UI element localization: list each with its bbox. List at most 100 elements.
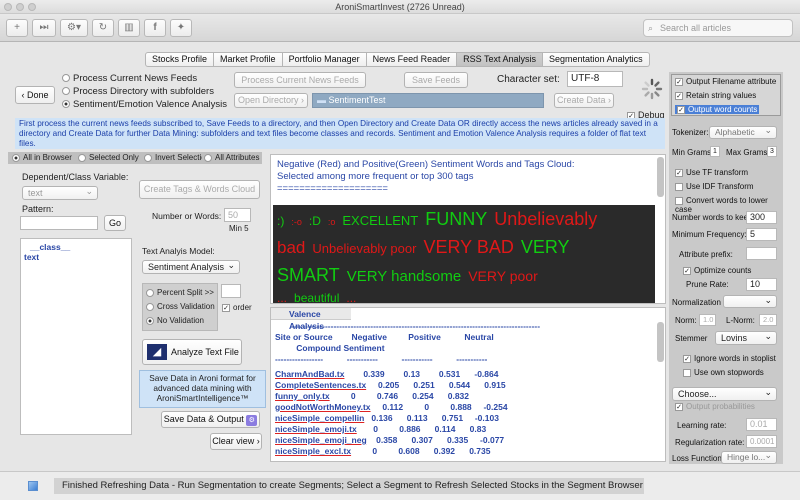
valence-tab[interactable]: Valence Analysis — [271, 308, 351, 331]
cloud-word: VERY BAD — [423, 237, 514, 257]
percent-split-field[interactable] — [221, 284, 241, 298]
output-word-counts-checkbox[interactable]: Output word counts — [675, 105, 760, 114]
process-option-radio[interactable]: Sentiment/Emotion Valence Analysis — [62, 98, 227, 111]
attribute-list[interactable]: __class__ text — [20, 238, 132, 435]
filter-option-radio[interactable]: All in Browser — [12, 153, 76, 162]
twitter-button[interactable]: ✦ — [170, 19, 192, 37]
model-select[interactable]: Sentiment Analysis — [142, 259, 240, 274]
status-icon — [28, 481, 38, 491]
prefix-field[interactable] — [746, 247, 777, 260]
forward-button[interactable]: ⏭ — [32, 19, 56, 37]
chevron-right-icon: › — [301, 95, 305, 105]
words-keep-field[interactable]: 300 — [746, 211, 777, 224]
dependent-variable-select[interactable]: text — [22, 185, 98, 200]
normalization-select[interactable] — [723, 294, 777, 308]
create-tags-button[interactable]: Create Tags & Words Cloud — [139, 180, 260, 199]
word-cloud-panel[interactable]: Negative (Red) and Positive(Green) Senti… — [270, 154, 666, 304]
output-filename-checkbox[interactable]: Output Filename attribute — [675, 77, 776, 86]
tab-market-profile[interactable]: Market Profile — [214, 52, 283, 67]
tab-segmentation-analytics[interactable]: Segmentation Analytics — [543, 52, 650, 67]
min-frequency-field[interactable]: 5 — [746, 228, 777, 241]
filter-option-radio[interactable]: All Attributes — [204, 153, 268, 162]
process-mode-group: Process Current News Feeds Process Direct… — [62, 72, 227, 111]
list-item[interactable]: __class__ — [24, 242, 128, 252]
retain-strings-checkbox[interactable]: Retain string values — [675, 91, 756, 100]
check-icon — [675, 91, 683, 100]
lnorm-field[interactable]: 2.0 — [759, 314, 777, 326]
refresh-button[interactable]: ↻ — [92, 19, 114, 37]
use-tf-checkbox[interactable]: Use TF transform — [675, 168, 748, 177]
cloud-word: VERY handsome — [346, 268, 462, 285]
settings-menu-button[interactable]: ⚙▾ — [60, 19, 88, 37]
search-input[interactable]: ⌕ Search all articles — [643, 19, 793, 37]
process-option-label: Process Directory with subfolders — [73, 86, 214, 97]
close-window-button[interactable] — [4, 3, 12, 11]
valence-dashes: ----------------------------------------… — [291, 321, 541, 331]
save-feeds-button[interactable]: Save Feeds — [404, 72, 468, 88]
cloud-word: :D — [308, 214, 321, 228]
stemmer-select[interactable]: Lovins — [715, 330, 777, 345]
cloud-word: :-o — [291, 217, 302, 227]
clear-view-button[interactable]: Clear view › — [210, 433, 262, 450]
chevron-left-icon: ‹ — [21, 90, 25, 100]
valence-col-header: Site or Source Negative Positive Neutral — [275, 332, 494, 342]
filter-option-radio[interactable]: Selected Only — [78, 153, 142, 162]
analyze-text-button[interactable]: ◢ Analyze Text File — [142, 339, 242, 365]
cloud-scrollbar[interactable] — [657, 157, 664, 197]
directory-path-field[interactable]: ▬ SentimentTest — [312, 93, 544, 108]
valence-panel[interactable]: Valence Analysis -----------------------… — [270, 307, 666, 462]
order-checkbox[interactable]: order — [222, 303, 252, 312]
valence-file-name: niceSimple_excl.tx — [275, 446, 352, 456]
zoom-window-button[interactable] — [28, 3, 36, 11]
done-button[interactable]: ‹ Done — [15, 86, 55, 104]
columns-button[interactable]: ▥ — [118, 19, 140, 37]
regularization-field[interactable]: 0.0001 — [746, 435, 777, 448]
validation-radio[interactable]: No Validation — [146, 314, 214, 328]
list-item[interactable]: text — [24, 252, 128, 262]
minimize-window-button[interactable] — [16, 3, 24, 11]
process-option-radio[interactable]: Process Directory with subfolders — [62, 85, 227, 98]
go-button[interactable]: Go — [104, 215, 126, 231]
create-data-button[interactable]: Create Data › — [554, 93, 614, 108]
validation-radio[interactable]: Cross Validation — [146, 300, 215, 314]
pattern-input[interactable] — [20, 216, 98, 230]
charset-field[interactable]: UTF-8 — [567, 71, 623, 87]
min-grams-field[interactable]: 1 — [710, 146, 720, 157]
check-icon — [675, 182, 683, 191]
norm-field[interactable]: 1.0 — [699, 314, 716, 326]
normalization-label: Normalization — [672, 298, 721, 307]
tab-news-feed-reader[interactable]: News Feed Reader — [366, 52, 458, 67]
forward-icon: ⏭ — [39, 22, 49, 33]
open-directory-button[interactable]: Open Directory › — [234, 93, 308, 108]
valence-scrollbar[interactable] — [657, 322, 664, 362]
filter-bar: All in Browser Selected Only Invert Select… — [8, 152, 262, 164]
status-bar: Finished Refreshing Data - Run Segmentat… — [0, 471, 800, 500]
process-option-radio[interactable]: Process Current News Feeds — [62, 72, 227, 85]
save-output-button[interactable]: Save Data & Output ⚙ — [161, 411, 260, 428]
validation-radio[interactable]: Percent Split >> — [146, 286, 214, 300]
filter-option-radio[interactable]: Invert Selection — [144, 153, 202, 162]
prune-rate-field[interactable]: 10 — [746, 278, 777, 291]
valence-row: niceSimple_emoji.tx 0 0.886 0.114 0.83 — [275, 424, 540, 435]
use-idf-checkbox[interactable]: Use IDF Transform — [675, 182, 754, 191]
learning-rate-field[interactable]: 0.01 — [746, 418, 777, 431]
output-probabilities-checkbox[interactable]: Output probabilities — [675, 402, 755, 411]
loss-function-label: Loss Function: — [672, 454, 725, 463]
words-number-field[interactable]: 50 — [224, 208, 251, 222]
facebook-button[interactable]: f — [144, 19, 166, 37]
optimize-counts-checkbox[interactable]: Optimize counts — [683, 266, 751, 275]
tokenizer-select[interactable]: Alphabetic — [709, 125, 777, 139]
tab-rss-text-analysis[interactable]: RSS Text Analysis — [457, 52, 544, 67]
tab-stocks-profile[interactable]: Stocks Profile — [145, 52, 215, 67]
tab-portfolio-manager[interactable]: Portfolio Manager — [282, 52, 367, 67]
loss-function-select[interactable]: Hinge lo... — [721, 450, 777, 464]
process-feeds-button[interactable]: Process Current News Feeds — [234, 72, 366, 88]
max-grams-field[interactable]: 3 — [767, 146, 777, 157]
choose-select[interactable]: Choose... — [672, 386, 777, 401]
save-aroni-button[interactable]: Save Data in Aroni format for advanced d… — [139, 370, 266, 408]
regularization-label: Regularization rate: — [675, 438, 745, 447]
ignore-stoplist-checkbox[interactable]: Ignore words in stoplist — [683, 354, 776, 363]
own-stopwords-checkbox[interactable]: Use own stopwords — [683, 368, 764, 377]
add-button[interactable]: + — [6, 19, 28, 37]
valence-file-name: CompleteSentences.tx — [275, 380, 367, 390]
